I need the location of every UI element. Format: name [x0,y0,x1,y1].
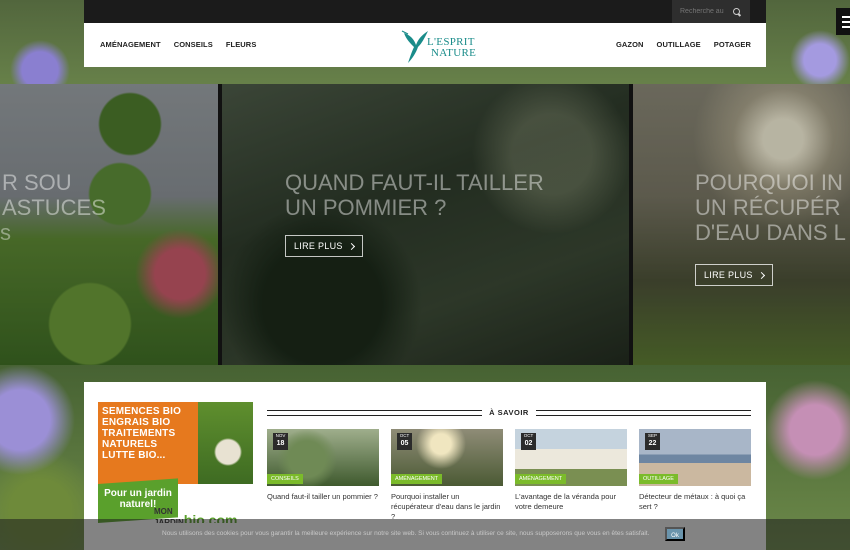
date-day: 22 [648,440,657,447]
hamburger-line [841,25,850,28]
article-title[interactable]: Pourquoi installer un récupérateur d'eau… [391,492,503,522]
featured-slider: R SOU ASTUCES s QUAND FAUT-IL TAILLER UN… [0,84,850,365]
slide-overlay [0,84,218,365]
slide-title: R SOU ASTUCES [2,170,106,220]
read-more-button[interactable]: LIRE PLUS [285,235,363,257]
ad-banner-monjardinbio[interactable]: SEMENCES BIO ENGRAIS BIO TRAITEMENTS NAT… [98,402,253,523]
slide-fragment: s [0,220,11,245]
article-thumbnail[interactable]: OCT 05 AMÉNAGEMENT [391,429,503,486]
hamburger-line [841,20,850,23]
nav-item-conseils[interactable]: CONSEILS [174,40,213,49]
article-thumbnail[interactable]: OCT 02 AMÉNAGEMENT [515,429,627,486]
nav-item-potager[interactable]: POTAGER [714,40,751,49]
article-cards: NOV 18 CONSEILS Quand faut-il tailler un… [267,429,751,522]
read-more-label: LIRE PLUS [704,270,753,280]
search-input[interactable] [672,8,728,15]
article-thumbnail[interactable]: NOV 18 CONSEILS [267,429,379,486]
hummingbird-icon [401,30,428,63]
cookie-text: Nous utilisons des cookies pour vous gar… [162,530,650,537]
date-badge: OCT 05 [397,433,412,450]
article-card[interactable]: OCT 02 AMÉNAGEMENT L'avantage de la véra… [515,429,627,522]
ad-orange-panel: SEMENCES BIO ENGRAIS BIO TRAITEMENTS NAT… [98,402,198,484]
category-badge[interactable]: AMÉNAGEMENT [391,474,443,484]
slide-apple-tree[interactable]: QUAND FAUT-IL TAILLER UN POMMIER ? LIRE … [222,84,629,365]
top-bar [84,0,766,23]
cookie-ok-button[interactable]: Ok [665,527,685,541]
section-header: À SAVOIR [267,406,751,420]
chevron-right-icon [757,271,765,279]
slide-garden[interactable]: R SOU ASTUCES s [0,84,218,365]
slide-title: QUAND FAUT-IL TAILLER UN POMMIER ? [285,170,544,220]
ad-line: ENGRAIS BIO [102,417,171,428]
date-day: 05 [400,440,409,447]
article-title[interactable]: Quand faut-il tailler un pommier ? [267,492,379,502]
search-box[interactable] [672,0,750,23]
slide-title: POURQUOI IN UN RÉCUPÉR D'EAU DANS L [695,170,846,245]
nav-right: GAZON OUTILLAGE POTAGER [616,40,751,49]
date-day: 18 [276,440,285,447]
logo-line-2: NATURE [431,47,477,59]
vegetables-image [198,402,253,484]
ad-line: TRAITEMENTS [102,428,176,439]
ad-line: NATURELS [102,439,158,450]
nav-item-amenagement[interactable]: AMÉNAGEMENT [100,40,161,49]
nav-item-gazon[interactable]: GAZON [616,40,644,49]
section-title: À SAVOIR [489,408,529,417]
search-icon[interactable] [732,7,742,17]
chevron-right-icon [347,242,355,250]
article-title[interactable]: Détecteur de métaux : à quoi ça sert ? [639,492,751,512]
nav-item-fleurs[interactable]: FLEURS [226,40,257,49]
article-card[interactable]: SEP 22 OUTILLAGE Détecteur de métaux : à… [639,429,751,522]
category-badge[interactable]: CONSEILS [267,474,303,484]
date-day: 02 [524,440,533,447]
category-badge[interactable]: AMÉNAGEMENT [515,474,567,484]
date-badge: NOV 18 [273,433,288,450]
read-more-button[interactable]: LIRE PLUS [695,264,773,286]
slide-overlay [222,84,629,365]
hamburger-line [841,15,850,18]
slide-water-collector[interactable]: POURQUOI IN UN RÉCUPÉR D'EAU DANS L LIRE… [633,84,850,365]
date-badge: OCT 02 [521,433,536,450]
logo-text: L'ESPRIT NATURE [427,37,476,59]
ad-line: LUTTE BIO... [102,450,166,461]
nav-left: AMÉNAGEMENT CONSEILS FLEURS [100,40,256,49]
main-navbar: AMÉNAGEMENT CONSEILS FLEURS L'ESPRIT NAT… [84,23,766,67]
hamburger-menu-button[interactable] [836,8,850,35]
cookie-consent-bar: Nous utilisons des cookies pour vous gar… [0,519,850,550]
ad-line: SEMENCES BIO [102,406,182,417]
nav-item-outillage[interactable]: OUTILLAGE [657,40,701,49]
site-logo[interactable]: L'ESPRIT NATURE [400,25,480,65]
article-card[interactable]: OCT 05 AMÉNAGEMENT Pourquoi installer un… [391,429,503,522]
read-more-label: LIRE PLUS [294,241,343,251]
article-card[interactable]: NOV 18 CONSEILS Quand faut-il tailler un… [267,429,379,522]
date-badge: SEP 22 [645,433,660,450]
category-badge[interactable]: OUTILLAGE [639,474,678,484]
article-title[interactable]: L'avantage de la véranda pour votre deme… [515,492,627,512]
article-thumbnail[interactable]: SEP 22 OUTILLAGE [639,429,751,486]
